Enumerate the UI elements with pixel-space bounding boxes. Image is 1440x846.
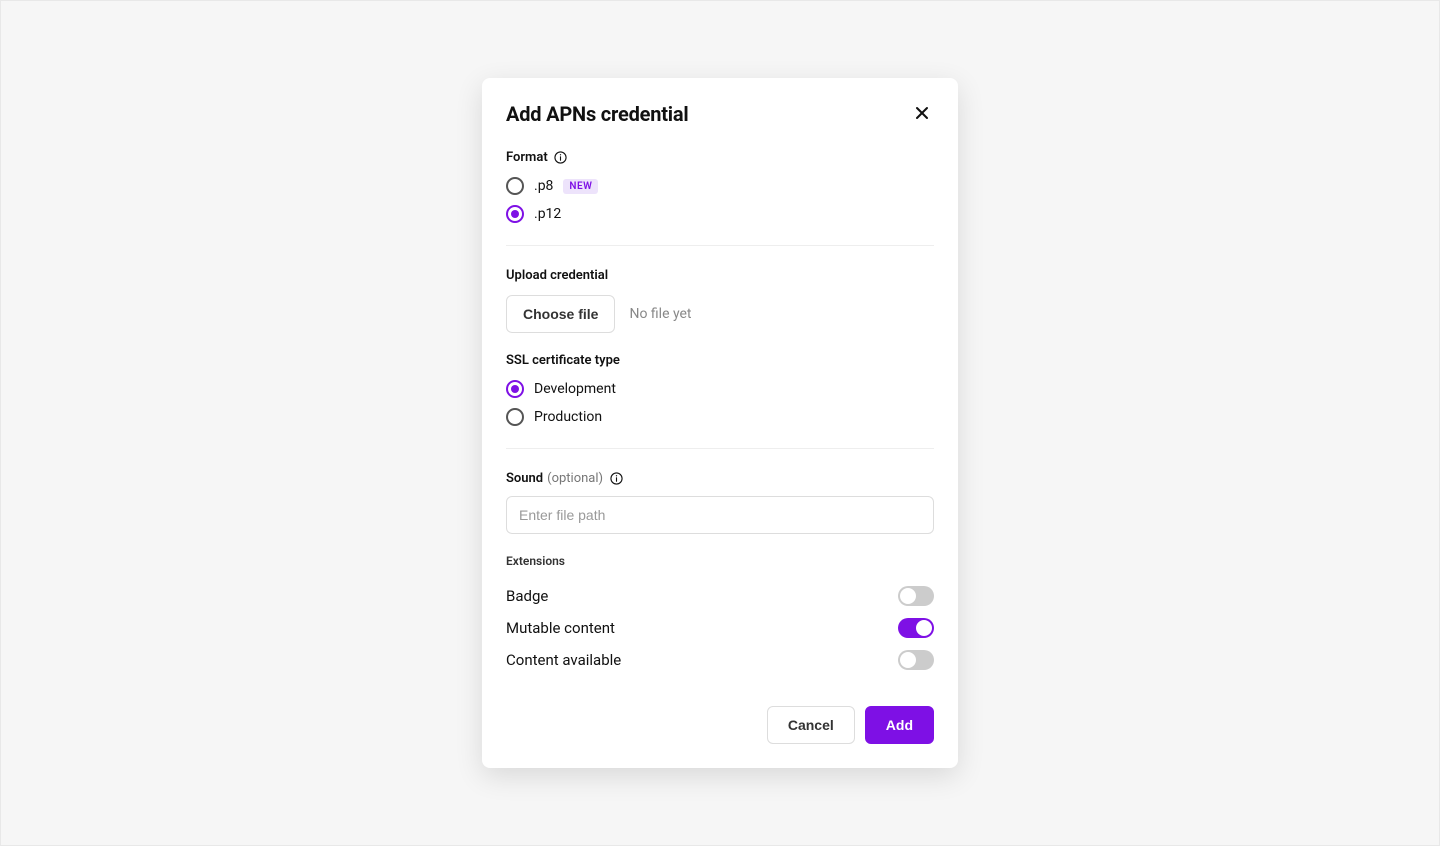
extension-badge-label: Badge xyxy=(506,587,548,605)
choose-file-button[interactable]: Choose file xyxy=(506,295,615,333)
extension-row-badge: Badge xyxy=(506,580,934,612)
add-apns-credential-modal: Add APNs credential Format xyxy=(482,78,958,768)
sound-input[interactable] xyxy=(506,496,934,534)
add-button[interactable]: Add xyxy=(865,706,934,744)
radio-icon xyxy=(506,205,524,223)
ssl-section: SSL certificate type Development Product… xyxy=(506,353,934,426)
ssl-production-label: Production xyxy=(534,409,602,425)
close-button[interactable] xyxy=(910,102,934,126)
ssl-label: SSL certificate type xyxy=(506,353,934,368)
info-icon[interactable] xyxy=(609,472,623,486)
divider xyxy=(506,448,934,449)
extension-mutable-label: Mutable content xyxy=(506,619,615,637)
format-radio-p8[interactable]: .p8 NEW xyxy=(506,177,934,195)
radio-icon xyxy=(506,380,524,398)
toggle-content-available[interactable] xyxy=(898,650,934,670)
ssl-radio-group: Development Production xyxy=(506,380,934,426)
upload-section: Upload credential Choose file No file ye… xyxy=(506,268,934,333)
sound-section: Sound (optional) xyxy=(506,471,934,534)
format-radio-p12[interactable]: .p12 xyxy=(506,205,934,223)
info-icon[interactable] xyxy=(554,151,568,165)
format-p8-label: .p8 xyxy=(534,178,553,194)
ssl-radio-production[interactable]: Production xyxy=(506,408,934,426)
format-label: Format xyxy=(506,150,548,165)
file-row: Choose file No file yet xyxy=(506,295,934,333)
extensions-section: Extensions Badge Mutable content Content… xyxy=(506,554,934,676)
extension-content-label: Content available xyxy=(506,651,621,669)
cancel-button[interactable]: Cancel xyxy=(767,706,855,744)
upload-label: Upload credential xyxy=(506,268,934,283)
toggle-badge[interactable] xyxy=(898,586,934,606)
extension-row-mutable: Mutable content xyxy=(506,612,934,644)
radio-icon xyxy=(506,177,524,195)
ssl-development-label: Development xyxy=(534,381,616,397)
radio-icon xyxy=(506,408,524,426)
sound-label-row: Sound (optional) xyxy=(506,471,934,486)
modal-title: Add APNs credential xyxy=(506,102,689,126)
new-badge: NEW xyxy=(563,179,598,194)
modal-header: Add APNs credential xyxy=(506,102,934,126)
modal-footer: Cancel Add xyxy=(506,706,934,744)
extensions-label: Extensions xyxy=(506,554,934,568)
file-status: No file yet xyxy=(629,306,691,322)
toggle-mutable-content[interactable] xyxy=(898,618,934,638)
extension-row-content: Content available xyxy=(506,644,934,676)
sound-label: Sound xyxy=(506,471,543,486)
format-section: Format .p8 NEW .p12 xyxy=(506,150,934,223)
sound-optional: (optional) xyxy=(547,471,603,486)
close-icon xyxy=(914,105,930,124)
ssl-radio-development[interactable]: Development xyxy=(506,380,934,398)
format-radio-group: .p8 NEW .p12 xyxy=(506,177,934,223)
format-label-row: Format xyxy=(506,150,934,165)
format-p12-label: .p12 xyxy=(534,206,561,222)
divider xyxy=(506,245,934,246)
